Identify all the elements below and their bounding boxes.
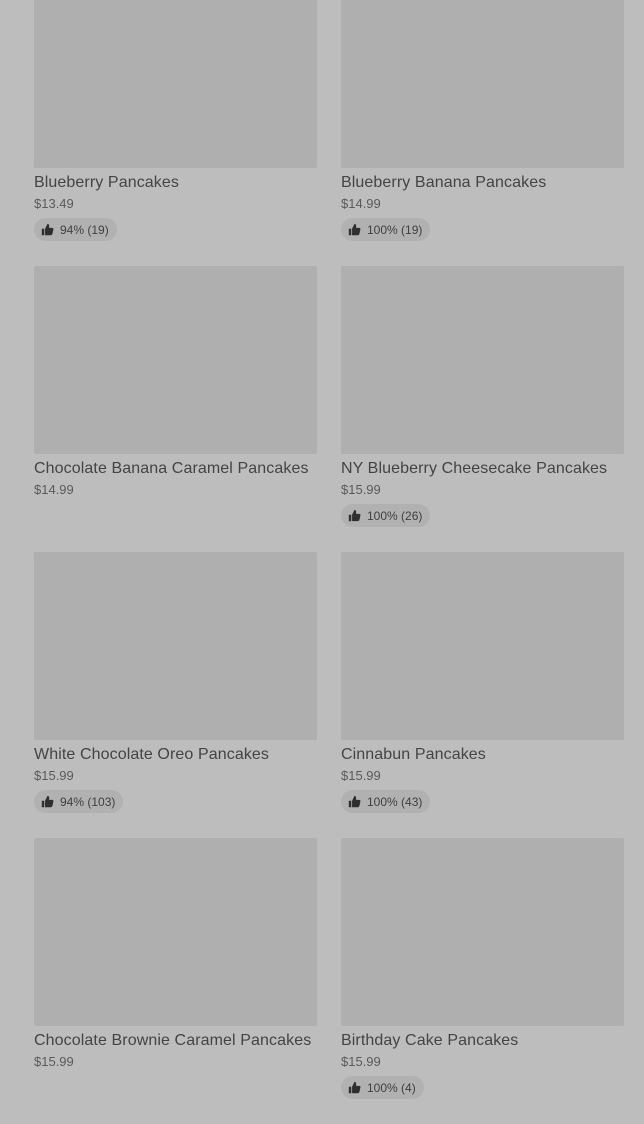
product-image[interactable] xyxy=(341,0,624,168)
rating-text: 100% (43) xyxy=(367,794,423,809)
rating-text: 100% (26) xyxy=(367,508,423,523)
product-card[interactable]: White Chocolate Oreo Pancakes $15.99 94%… xyxy=(34,552,317,838)
rating-badge: 100% (26) xyxy=(341,504,431,527)
product-title[interactable]: NY Blueberry Cheesecake Pancakes xyxy=(341,459,624,479)
product-price: $15.99 xyxy=(341,768,381,783)
product-price: $15.99 xyxy=(34,768,74,783)
product-image[interactable] xyxy=(341,552,624,740)
product-card[interactable]: NY Blueberry Cheesecake Pancakes $15.99 … xyxy=(341,266,624,552)
product-card[interactable]: Chocolate Banana Caramel Pancakes $14.99 xyxy=(34,266,317,552)
product-price: $13.49 xyxy=(34,196,74,211)
rating-badge: 100% (4) xyxy=(341,1076,424,1099)
product-title[interactable]: Chocolate Brownie Caramel Pancakes xyxy=(34,1031,317,1051)
product-image[interactable] xyxy=(341,266,624,454)
product-card[interactable]: Birthday Cake Pancakes $15.99 100% (4) xyxy=(341,838,624,1124)
product-card[interactable]: Chocolate Brownie Caramel Pancakes $15.9… xyxy=(34,838,317,1124)
product-title[interactable]: White Chocolate Oreo Pancakes xyxy=(34,745,317,765)
product-title[interactable]: Chocolate Banana Caramel Pancakes xyxy=(34,459,317,479)
thumbs-up-icon xyxy=(41,795,54,808)
thumbs-up-icon xyxy=(348,223,361,236)
rating-text: 100% (4) xyxy=(367,1080,416,1095)
thumbs-up-icon xyxy=(348,509,361,522)
thumbs-up-icon xyxy=(348,1081,361,1094)
product-price: $15.99 xyxy=(341,482,381,497)
product-title[interactable]: Blueberry Banana Pancakes xyxy=(341,173,624,193)
product-card[interactable]: Cinnabun Pancakes $15.99 100% (43) xyxy=(341,552,624,838)
product-image[interactable] xyxy=(34,0,317,168)
rating-text: 94% (103) xyxy=(60,794,116,809)
thumbs-up-icon xyxy=(41,223,54,236)
product-image[interactable] xyxy=(34,266,317,454)
product-price: $14.99 xyxy=(34,482,74,497)
product-price: $15.99 xyxy=(341,1054,381,1069)
rating-text: 100% (19) xyxy=(367,222,423,237)
thumbs-up-icon xyxy=(348,795,361,808)
product-title[interactable]: Cinnabun Pancakes xyxy=(341,745,624,765)
product-image[interactable] xyxy=(34,838,317,1026)
product-price: $14.99 xyxy=(341,196,381,211)
rating-text: 94% (19) xyxy=(60,222,109,237)
product-image[interactable] xyxy=(341,838,624,1026)
product-title[interactable]: Blueberry Pancakes xyxy=(34,173,317,193)
product-title[interactable]: Birthday Cake Pancakes xyxy=(341,1031,624,1051)
product-grid: Blueberry Pancakes $13.49 94% (19) Blueb… xyxy=(34,0,624,1124)
product-image[interactable] xyxy=(34,552,317,740)
product-card[interactable]: Blueberry Pancakes $13.49 94% (19) xyxy=(34,0,317,266)
rating-badge: 94% (103) xyxy=(34,790,124,813)
product-card[interactable]: Blueberry Banana Pancakes $14.99 100% (1… xyxy=(341,0,624,266)
product-price: $15.99 xyxy=(34,1054,74,1069)
rating-badge: 94% (19) xyxy=(34,218,117,241)
rating-badge: 100% (43) xyxy=(341,790,431,813)
rating-badge: 100% (19) xyxy=(341,218,431,241)
